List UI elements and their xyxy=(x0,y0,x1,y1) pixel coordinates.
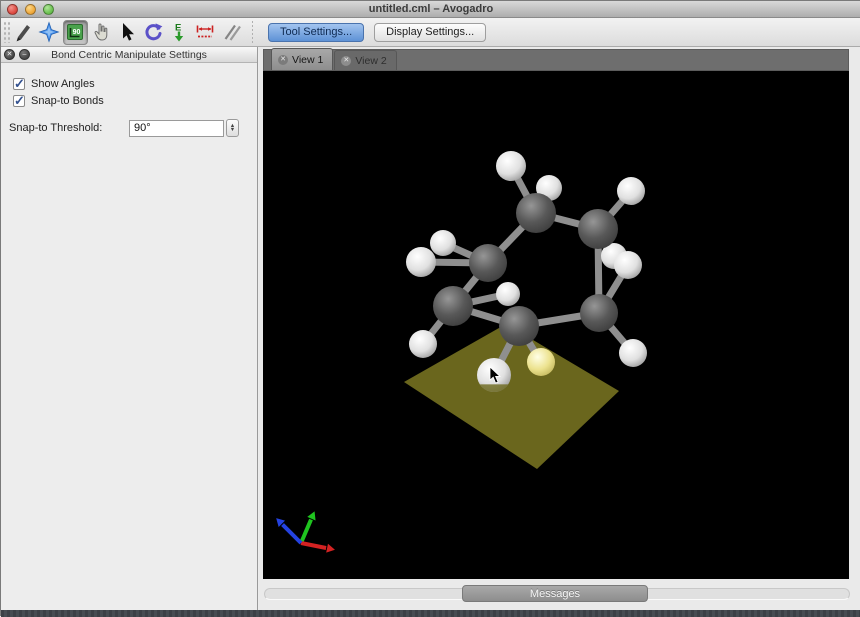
align-tool[interactable] xyxy=(219,20,244,45)
messages-button[interactable]: Messages xyxy=(462,585,648,602)
draw-tool[interactable] xyxy=(11,20,36,45)
snap-threshold-input[interactable] xyxy=(129,120,224,137)
optimize-energy-icon: E xyxy=(168,21,190,43)
bond-centric-manipulate-tool[interactable]: 90 xyxy=(63,20,88,45)
navigate-tool[interactable] xyxy=(37,20,62,45)
auto-rotate-tool[interactable] xyxy=(141,20,166,45)
gl-viewport[interactable] xyxy=(263,71,849,579)
tool-settings-panel: ✕ – Bond Centric Manipulate Settings Sho… xyxy=(1,47,258,610)
measure-tool[interactable] xyxy=(193,20,218,45)
display-settings-button[interactable]: Display Settings... xyxy=(374,23,486,42)
manipulate-tool[interactable] xyxy=(89,20,114,45)
atom-C[interactable] xyxy=(578,209,618,249)
zoom-window-button[interactable] xyxy=(43,4,54,15)
atom-H[interactable] xyxy=(614,251,642,279)
axis-x-arrow-head xyxy=(326,544,335,553)
snap-to-bonds-checkbox[interactable] xyxy=(13,95,25,107)
atom-H[interactable] xyxy=(430,230,456,256)
selection-tool[interactable] xyxy=(115,20,140,45)
axis-z-arrow xyxy=(283,525,301,543)
atom-H[interactable] xyxy=(406,247,436,277)
pencil-icon xyxy=(12,21,34,43)
axis-x-arrow xyxy=(301,543,326,548)
measure-ruler-icon xyxy=(194,21,216,43)
svg-text:90: 90 xyxy=(73,29,81,36)
tool-settings-button[interactable]: Tool Settings... xyxy=(268,23,364,42)
stepper-down-icon[interactable]: ▼ xyxy=(230,128,235,133)
atom-C[interactable] xyxy=(499,306,539,346)
hand-icon xyxy=(90,21,112,43)
atom-H[interactable] xyxy=(617,177,645,205)
snap-to-bonds-label: Snap-to Bonds xyxy=(31,95,104,107)
title-bar: untitled.cml – Avogadro xyxy=(1,1,860,18)
tab-close-icon[interactable]: ✕ xyxy=(341,56,351,66)
navigate-star-icon xyxy=(38,21,60,43)
align-lines-icon xyxy=(220,21,242,43)
close-window-button[interactable] xyxy=(7,4,18,15)
atom-H[interactable] xyxy=(496,151,526,181)
bond-centric-angle-icon: 90 xyxy=(64,21,86,43)
tab-view-1[interactable]: ✕ View 1 xyxy=(271,48,333,70)
snap-to-bonds-row: Snap-to Bonds xyxy=(13,95,257,107)
axis-y-arrow-head xyxy=(307,511,315,520)
panel-title: Bond Centric Manipulate Settings xyxy=(1,49,257,61)
atom-C[interactable] xyxy=(580,294,618,332)
tab-close-icon[interactable]: ✕ xyxy=(278,55,288,65)
tab-label: View 1 xyxy=(292,54,323,66)
atom-H[interactable] xyxy=(496,282,520,306)
atom-C[interactable] xyxy=(469,244,507,282)
atom-C[interactable] xyxy=(516,193,556,233)
auto-optimize-tool[interactable]: E xyxy=(167,20,192,45)
molecule-svg xyxy=(263,71,849,579)
atom-H[interactable] xyxy=(619,339,647,367)
panel-close-icon[interactable]: ✕ xyxy=(4,49,15,60)
tab-view-2[interactable]: ✕ View 2 xyxy=(334,50,396,70)
rotate-arrow-icon xyxy=(142,21,164,43)
show-angles-row: Show Angles xyxy=(13,78,257,90)
atom-H[interactable] xyxy=(409,330,437,358)
toolbar-separator xyxy=(252,21,253,43)
atom-C[interactable] xyxy=(433,286,473,326)
snap-threshold-label: Snap-to Threshold: xyxy=(9,122,129,134)
arrow-cursor-icon xyxy=(116,21,138,43)
toolbar: 90 E xyxy=(1,18,860,47)
panel-undock-icon[interactable]: – xyxy=(19,49,30,60)
show-angles-label: Show Angles xyxy=(31,78,95,90)
toolbar-grip[interactable] xyxy=(3,21,10,43)
panel-header: ✕ – Bond Centric Manipulate Settings xyxy=(1,47,257,63)
window-title: untitled.cml – Avogadro xyxy=(369,3,493,15)
snap-threshold-stepper[interactable]: ▲ ▼ xyxy=(226,119,239,137)
view-tab-bar: ✕ View 1 ✕ View 2 xyxy=(263,49,849,71)
view-pane: ✕ View 1 ✕ View 2 xyxy=(259,47,860,610)
atom-H[interactable] xyxy=(527,348,555,376)
tab-label: View 2 xyxy=(355,55,386,67)
show-angles-checkbox[interactable] xyxy=(13,78,25,90)
axis-y-arrow xyxy=(301,520,311,543)
minimize-window-button[interactable] xyxy=(25,4,36,15)
